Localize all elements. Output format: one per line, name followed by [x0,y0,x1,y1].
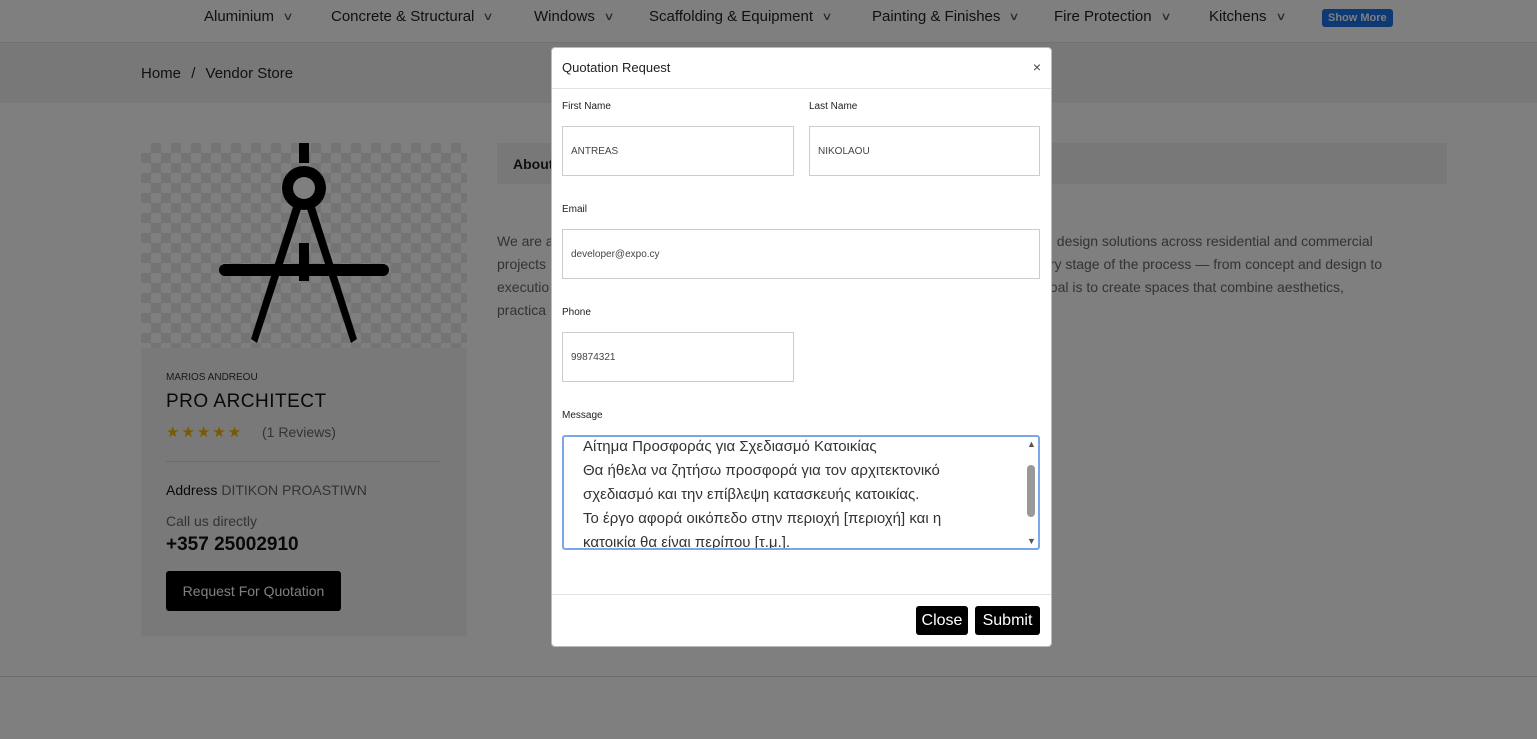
message-line: Αίτημα Προσφοράς για Σχεδιασμό Κατοικίας [583,438,877,455]
scroll-up-icon[interactable]: ▲ [1027,439,1036,449]
message-scrollbar[interactable]: ▲ ▼ [1024,437,1038,548]
email-field[interactable] [562,229,1040,279]
message-label: Message [562,410,603,421]
modal-header: Quotation Request × [552,48,1051,89]
submit-button[interactable]: Submit [975,606,1040,635]
close-icon[interactable]: × [1033,59,1041,75]
message-line: Θα ήθελα να ζητήσω προσφορά για τον αρχι… [583,462,940,479]
phone-field[interactable] [562,332,794,382]
message-line: κατοικία θα είναι περίπου [τ.μ.]. [583,534,791,550]
scrollbar-thumb[interactable] [1027,465,1035,517]
first-name-label: First Name [562,101,611,112]
message-line: σχεδιασμό και την επίβλεψη κατασκευής κα… [583,486,920,503]
quotation-request-modal: Quotation Request × First Name Last Name… [551,47,1052,647]
scroll-down-icon[interactable]: ▼ [1027,536,1036,546]
email-label: Email [562,204,588,215]
message-textarea[interactable]: Αίτημα Προσφοράς για Σχεδιασμό Κατοικίας… [562,435,1040,550]
close-button[interactable]: Close [916,606,968,635]
phone-label: Phone [562,307,591,318]
message-line: Το έργο αφορά οικόπεδο στην περιοχή [περ… [583,510,942,527]
last-name-field[interactable] [809,126,1040,176]
modal-footer: Close Submit [552,594,1051,646]
message-text: Αίτημα Προσφοράς για Σχεδιασμό Κατοικίας… [583,437,1003,550]
first-name-field[interactable] [562,126,794,176]
last-name-label: Last Name [809,101,858,112]
modal-title: Quotation Request [562,60,671,75]
